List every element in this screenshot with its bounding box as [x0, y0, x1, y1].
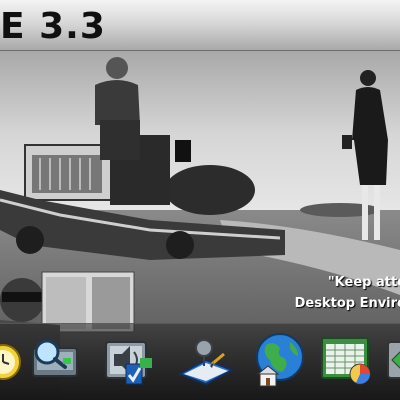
- title-bar: E 3.3: [0, 0, 400, 51]
- window-title: E 3.3: [0, 6, 106, 47]
- multimedia-icon: [105, 341, 152, 385]
- wallpaper-quote: "Keep atte Desktop Enviro: [295, 272, 400, 314]
- drawing-icon: [177, 339, 234, 386]
- spreadsheet-icon: [321, 337, 371, 385]
- dock-item-spreadsheet[interactable]: [318, 330, 376, 388]
- quote-line-2: Desktop Enviro: [294, 296, 400, 311]
- dock-item-search[interactable]: [25, 330, 83, 388]
- dock-item-arrow[interactable]: [384, 330, 400, 388]
- dock-item-drawing[interactable]: [176, 330, 234, 388]
- globe-home-icon: [256, 333, 304, 387]
- dock-item-browser[interactable]: [250, 330, 308, 388]
- desktop-screen: E 3.3 "Keep atte Desktop Enviro: [0, 0, 400, 400]
- arrow-icon: [387, 341, 400, 379]
- dock-item-multimedia[interactable]: [100, 330, 158, 388]
- quote-line-1: "Keep atte: [327, 275, 400, 290]
- search-icon: [32, 339, 78, 377]
